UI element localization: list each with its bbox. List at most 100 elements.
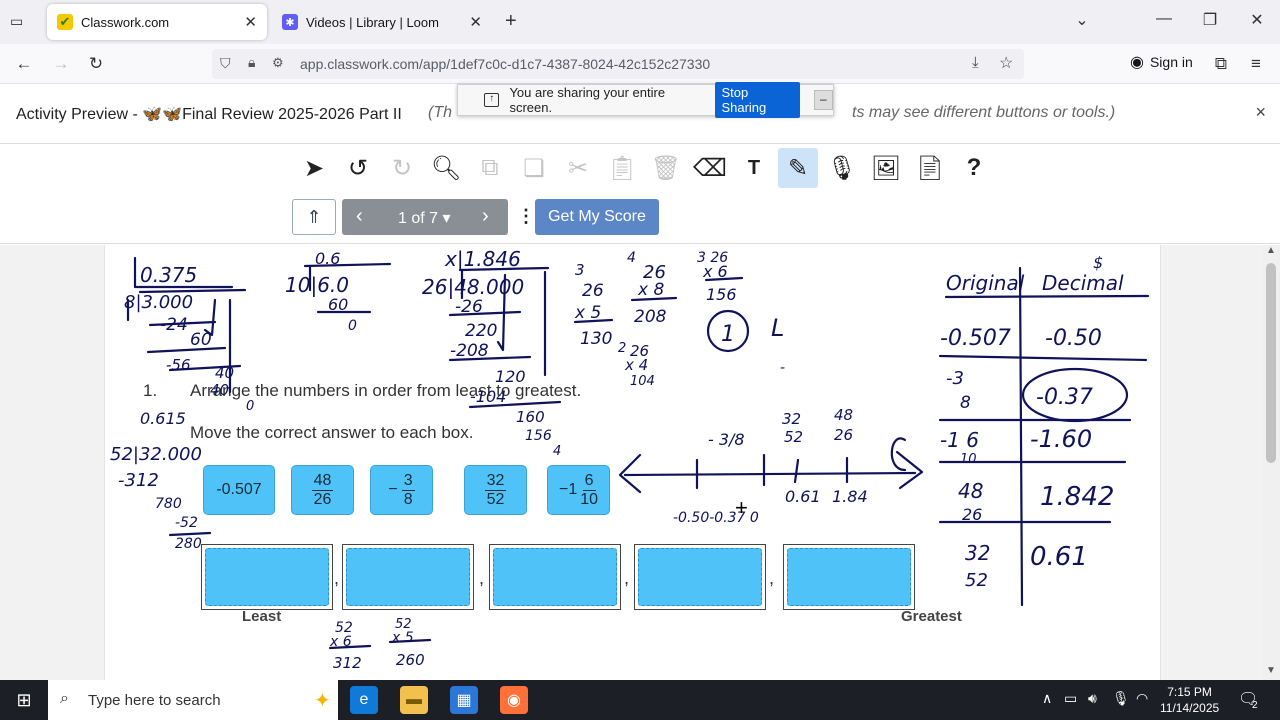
prev-page-button[interactable]: ‹ (356, 205, 363, 228)
extensions-icon[interactable]: ⧉ (1210, 54, 1232, 74)
answer-card[interactable]: − 3 8 (370, 465, 433, 515)
close-tab-icon[interactable]: ✕ (469, 13, 482, 31)
browser-tab-strip: ▭ ✔ Classwork.com ✕ ✱ Videos | Library |… (0, 0, 1280, 44)
cut-icon[interactable]: ✂ (558, 148, 598, 188)
menu-hamburger-icon[interactable]: ≡ (1245, 54, 1267, 74)
answer-card[interactable]: -0.507 (203, 465, 275, 515)
answer-card[interactable]: 32 52 (464, 465, 527, 515)
close-tab-icon[interactable]: ✕ (244, 13, 257, 31)
drop-target[interactable] (638, 548, 762, 606)
wifi-icon[interactable]: ◠ (1136, 690, 1148, 707)
drop-box-4[interactable] (634, 544, 766, 610)
battery-icon[interactable]: ▭ (1064, 690, 1077, 707)
image-icon[interactable]: 🖼︎ (866, 148, 906, 188)
store-icon[interactable]: ▦ (450, 686, 478, 714)
new-tab-button[interactable]: + (505, 10, 517, 33)
volume-icon[interactable]: 🔊︎ (1088, 690, 1097, 707)
card-value: -0.507 (216, 481, 262, 498)
answer-card[interactable]: 48 26 (291, 465, 354, 515)
file-explorer-icon[interactable]: ▬ (400, 686, 428, 714)
drop-box-2[interactable] (342, 544, 474, 610)
tray-chevron-icon[interactable]: ∧ (1042, 690, 1052, 707)
stop-sharing-button[interactable]: Stop Sharing (715, 82, 800, 118)
minimize-window-button[interactable]: — (1152, 10, 1176, 28)
question-instruction: Move the correct answer to each box. (190, 423, 474, 442)
scroll-top-button[interactable]: ⇑ (292, 199, 336, 235)
firefox-icon[interactable]: ◉ (500, 686, 528, 714)
shield-icon[interactable]: ⛉ (220, 55, 231, 72)
drop-target[interactable] (346, 548, 470, 606)
card-fraction: 48 26 (311, 472, 334, 509)
card-fraction: 32 52 (484, 472, 507, 509)
delete-icon[interactable]: 🗑︎ (646, 148, 686, 188)
navigation-bar: ← → ↻ ⛉ 🔒︎ ⚙ app.classwork.com/app/1def7… (0, 44, 1280, 84)
copy-icon[interactable]: ❏ (514, 148, 554, 188)
permissions-icon[interactable]: ⚙ (272, 55, 284, 71)
tab-loom[interactable]: ✱ Videos | Library | Loom ✕ (272, 4, 492, 40)
page-indicator[interactable]: 1 of 7 ▾ (398, 208, 451, 228)
microphone-tray-icon[interactable]: 🎙︎ (1112, 690, 1130, 707)
taskbar-clock[interactable]: 7:15 PM 11/14/2025 (1160, 684, 1219, 716)
next-page-button[interactable]: › (482, 205, 489, 228)
scroll-up-icon[interactable]: ▲ (1266, 245, 1276, 256)
tab-overflow-chevron-icon[interactable]: ⌄ (1070, 10, 1094, 30)
address-bar[interactable]: ⛉ 🔒︎ ⚙ app.classwork.com/app/1def7c0c-d1… (212, 49, 1024, 79)
eraser-icon[interactable]: ⌫ (690, 148, 730, 188)
more-options-icon[interactable]: ⋮ (517, 206, 535, 227)
drop-box-3[interactable] (489, 544, 621, 610)
annotation-toolbar: ➤ ↺ ↻ 🔍︎ ⧉ ❏ ✂ 📋︎ 🗑︎ ⌫ T ✎ 🎙︎ 🖼︎ 📄︎ ? ⇑ … (0, 144, 1280, 244)
least-label: Least (242, 608, 282, 625)
close-window-button[interactable]: ✕ (1245, 10, 1269, 30)
minimize-banner-button[interactable]: – (813, 90, 833, 110)
restore-window-button[interactable]: ❐ (1198, 10, 1222, 30)
text-tool-icon[interactable]: T (734, 148, 774, 188)
pen-icon[interactable]: ✎ (778, 148, 818, 188)
card-denominator: 26 (313, 490, 332, 508)
microphone-icon[interactable]: 🎙︎ (822, 148, 862, 188)
paste-icon[interactable]: 📋︎ (602, 148, 642, 188)
scroll-down-icon[interactable]: ▼ (1266, 665, 1276, 676)
scroll-thumb[interactable] (1266, 263, 1276, 463)
tab-list-icon[interactable]: ▭ (10, 13, 23, 30)
undo-icon[interactable]: ↺ (338, 148, 378, 188)
tab-classwork[interactable]: ✔ Classwork.com ✕ (47, 4, 267, 40)
drop-box-5[interactable] (783, 544, 915, 610)
loom-favicon-icon: ✱ (282, 14, 298, 30)
windows-start-icon[interactable]: ⊞ (10, 686, 38, 714)
note-suffix: ts may see different buttons or tools.) (852, 104, 1116, 121)
notes-icon[interactable]: 📄︎ (910, 148, 950, 188)
help-button[interactable]: ? (954, 148, 994, 188)
screen-share-banner: ↑ You are sharing your entire screen. St… (457, 82, 834, 118)
drop-target[interactable] (205, 548, 329, 606)
duplicate-icon[interactable]: ⧉ (470, 148, 510, 188)
share-message: You are sharing your entire screen. (509, 85, 666, 115)
vertical-scrollbar[interactable]: ▲ ▼ (1262, 245, 1280, 680)
drop-box-1[interactable] (201, 544, 333, 610)
search-highlight-icon[interactable]: ✦ (314, 688, 331, 713)
reload-icon[interactable]: ↻ (85, 54, 107, 74)
back-arrow-icon[interactable]: ← (13, 54, 35, 74)
pointer-icon[interactable]: ➤ (294, 148, 334, 188)
sign-in-button[interactable]: ◉ Sign in (1130, 52, 1193, 72)
drop-target[interactable] (493, 548, 617, 606)
get-my-score-button[interactable]: Get My Score (535, 199, 659, 235)
save-page-icon[interactable]: ⤓ (972, 54, 979, 71)
redo-icon[interactable]: ↻ (382, 148, 422, 188)
sign-in-label: Sign in (1149, 54, 1193, 70)
separator: , (334, 568, 340, 588)
card-numerator: 6 (582, 471, 596, 491)
card-fraction: 3 8 (401, 472, 415, 509)
edge-browser-icon[interactable]: e (350, 686, 378, 714)
taskbar-search-box[interactable]: ⌕ Type here to search ✦ (48, 680, 338, 720)
lock-icon[interactable]: 🔒︎ (248, 54, 255, 71)
drop-target[interactable] (787, 548, 911, 606)
forward-arrow-icon[interactable]: → (50, 54, 72, 74)
greatest-label: Greatest (901, 608, 962, 625)
zoom-icon[interactable]: 🔍︎ (426, 148, 466, 188)
tab-title: Classwork.com (81, 14, 170, 30)
classwork-favicon-icon: ✔ (57, 14, 73, 30)
bookmark-star-icon[interactable]: ☆ (999, 53, 1013, 73)
notification-count: 2 (1252, 700, 1258, 711)
answer-card[interactable]: − 1 6 10 (547, 465, 610, 515)
close-preview-button[interactable]: × (1255, 102, 1266, 123)
